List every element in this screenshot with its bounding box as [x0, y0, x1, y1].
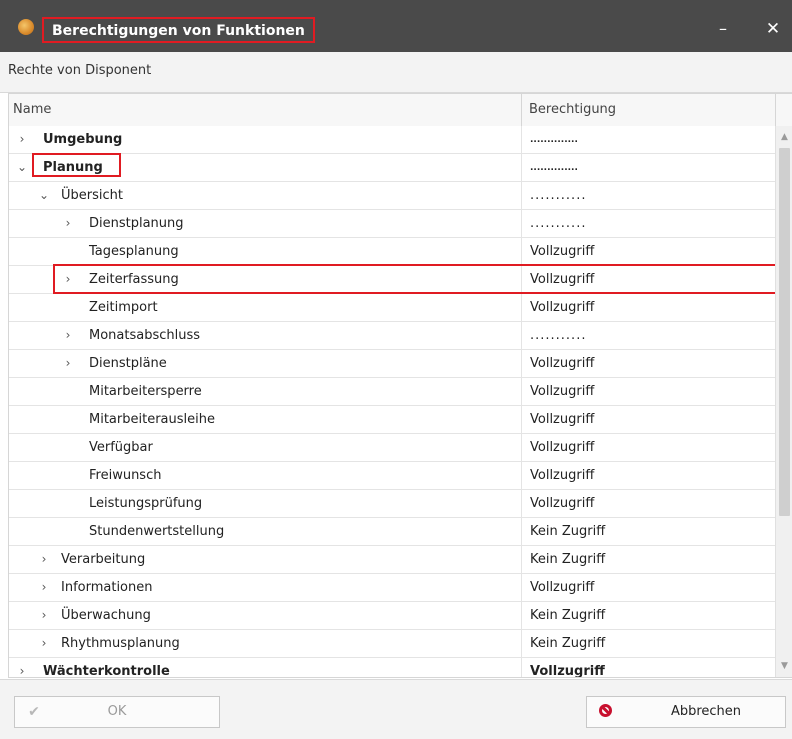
tree-row-stundenwertstellung[interactable]: Stundenwertstellung Kein Zugriff: [9, 518, 775, 546]
chevron-right-icon[interactable]: ›: [61, 271, 75, 287]
no-entry-icon: [599, 704, 612, 717]
tree-row-leistungspruefung[interactable]: Leistungsprüfung Vollzugriff: [9, 490, 775, 518]
tree-row-rhythmusplanung[interactable]: › Rhythmusplanung Kein Zugriff: [9, 630, 775, 658]
tree-row-mitarbeiterausleihe[interactable]: Mitarbeiterausleihe Vollzugriff: [9, 406, 775, 434]
row-label: Freiwunsch: [89, 468, 162, 483]
row-label: Zeitimport: [89, 300, 158, 315]
permission-value[interactable]: ..............: [530, 135, 578, 145]
permission-value[interactable]: ..............: [530, 163, 578, 173]
tree-row-zeitimport[interactable]: Zeitimport Vollzugriff: [9, 294, 775, 322]
tree-row-informationen[interactable]: › Informationen Vollzugriff: [9, 574, 775, 602]
tree-row-planung[interactable]: ⌄ Planung ..............: [9, 154, 775, 182]
ok-button-label: OK: [107, 704, 127, 719]
row-label: Stundenwertstellung: [89, 524, 225, 539]
column-divider: [775, 94, 776, 126]
permission-value[interactable]: Vollzugriff: [530, 272, 594, 287]
row-label: Dienstpläne: [89, 356, 167, 371]
column-header-name[interactable]: Name: [13, 102, 51, 117]
chevron-right-icon[interactable]: ›: [61, 215, 75, 231]
column-header-permission[interactable]: Berechtigung: [529, 102, 616, 117]
tree-row-mitarbeitersperre[interactable]: Mitarbeitersperre Vollzugriff: [9, 378, 775, 406]
permission-value[interactable]: Kein Zugriff: [530, 552, 605, 567]
vertical-scrollbar[interactable]: ▲ ▼: [775, 126, 792, 677]
column-divider[interactable]: [521, 94, 522, 126]
close-button[interactable]: ✕: [758, 14, 788, 44]
row-label: Mitarbeiterausleihe: [89, 412, 215, 427]
tree-row-uebersicht[interactable]: ⌄ Übersicht ...........: [9, 182, 775, 210]
row-label: Dienstplanung: [89, 216, 184, 231]
subheader: Rechte von Disponent: [0, 52, 792, 93]
permission-value[interactable]: Kein Zugriff: [530, 636, 605, 651]
scroll-up-arrow-icon[interactable]: ▲: [776, 128, 792, 146]
row-label: Zeiterfassung: [89, 272, 179, 287]
tree-row-umgebung[interactable]: › Umgebung ..............: [9, 126, 775, 154]
permission-value[interactable]: Vollzugriff: [530, 468, 594, 483]
tree-row-verfuegbar[interactable]: Verfügbar Vollzugriff: [9, 434, 775, 462]
tree-row-monatsabschluss[interactable]: › Monatsabschluss ...........: [9, 322, 775, 350]
permission-value[interactable]: Vollzugriff: [530, 412, 594, 427]
chevron-down-icon[interactable]: ⌄: [37, 187, 51, 203]
row-label: Übersicht: [61, 188, 123, 203]
permission-value[interactable]: ...........: [530, 216, 586, 231]
tree-row-dienstplanung[interactable]: › Dienstplanung ...........: [9, 210, 775, 238]
chevron-right-icon[interactable]: ›: [37, 551, 51, 567]
chevron-right-icon[interactable]: ›: [37, 579, 51, 595]
tree-row-verarbeitung[interactable]: › Verarbeitung Kein Zugriff: [9, 546, 775, 574]
tree-row-freiwunsch[interactable]: Freiwunsch Vollzugriff: [9, 462, 775, 490]
permission-value[interactable]: ...........: [530, 328, 586, 343]
permission-value[interactable]: Kein Zugriff: [530, 524, 605, 539]
window-title: Berechtigungen von Funktionen: [42, 17, 315, 43]
app-logo-icon: [18, 19, 34, 35]
chevron-right-icon[interactable]: ›: [61, 327, 75, 343]
permissions-tree-grid: Name Berechtigung › Umgebung ...........…: [8, 93, 792, 678]
chevron-right-icon[interactable]: ›: [37, 635, 51, 651]
permission-value[interactable]: Vollzugriff: [530, 664, 605, 677]
tree-row-ueberwachung[interactable]: › Überwachung Kein Zugriff: [9, 602, 775, 630]
row-label: Mitarbeitersperre: [89, 384, 202, 399]
ok-button[interactable]: ✔ OK: [14, 696, 220, 728]
row-label: Verfügbar: [89, 440, 153, 455]
scroll-thumb[interactable]: [779, 148, 790, 516]
row-label: Überwachung: [61, 608, 151, 623]
row-label: Monatsabschluss: [89, 328, 201, 343]
permission-value[interactable]: Vollzugriff: [530, 356, 594, 371]
tree-row-waechterkontrolle[interactable]: › Wächterkontrolle Vollzugriff: [9, 658, 775, 678]
row-label: Wächterkontrolle: [43, 664, 170, 678]
permission-value[interactable]: Vollzugriff: [530, 580, 594, 595]
row-label: Umgebung: [43, 132, 123, 147]
title-bar: Berechtigungen von Funktionen – ✕: [0, 0, 792, 52]
chevron-right-icon[interactable]: ›: [15, 131, 29, 147]
minimize-button[interactable]: –: [708, 14, 738, 44]
scroll-down-arrow-icon[interactable]: ▼: [776, 657, 792, 675]
row-label: Informationen: [61, 580, 153, 595]
chevron-right-icon[interactable]: ›: [61, 355, 75, 371]
dialog-footer: ✔ OK Abbrechen: [0, 679, 792, 739]
tree-row-zeiterfassung[interactable]: › Zeiterfassung Vollzugriff: [9, 266, 775, 294]
permission-value[interactable]: Vollzugriff: [530, 440, 594, 455]
chevron-down-icon[interactable]: ⌄: [15, 159, 29, 175]
permission-value[interactable]: Kein Zugriff: [530, 608, 605, 623]
tree-row-dienstplaene[interactable]: › Dienstpläne Vollzugriff: [9, 350, 775, 378]
permission-value[interactable]: Vollzugriff: [530, 384, 594, 399]
permission-value[interactable]: ...........: [530, 188, 586, 203]
cancel-button[interactable]: Abbrechen: [586, 696, 786, 728]
row-label: Tagesplanung: [89, 244, 179, 259]
permission-value[interactable]: Vollzugriff: [530, 496, 594, 511]
row-label: Rhythmusplanung: [61, 636, 180, 651]
tree-row-tagesplanung[interactable]: Tagesplanung Vollzugriff: [9, 238, 775, 266]
permission-value[interactable]: Vollzugriff: [530, 300, 594, 315]
subheader-title: Rechte von Disponent: [8, 63, 152, 78]
row-label: Leistungsprüfung: [89, 496, 203, 511]
grid-header: Name Berechtigung: [9, 94, 792, 127]
grid-rows: › Umgebung .............. ⌄ Planung ....…: [9, 126, 775, 678]
row-label: Planung: [43, 160, 103, 175]
cancel-button-label: Abbrechen: [670, 704, 742, 719]
row-label: Verarbeitung: [61, 552, 146, 567]
chevron-right-icon[interactable]: ›: [37, 607, 51, 623]
chevron-right-icon[interactable]: ›: [15, 663, 29, 677]
permission-value[interactable]: Vollzugriff: [530, 244, 594, 259]
